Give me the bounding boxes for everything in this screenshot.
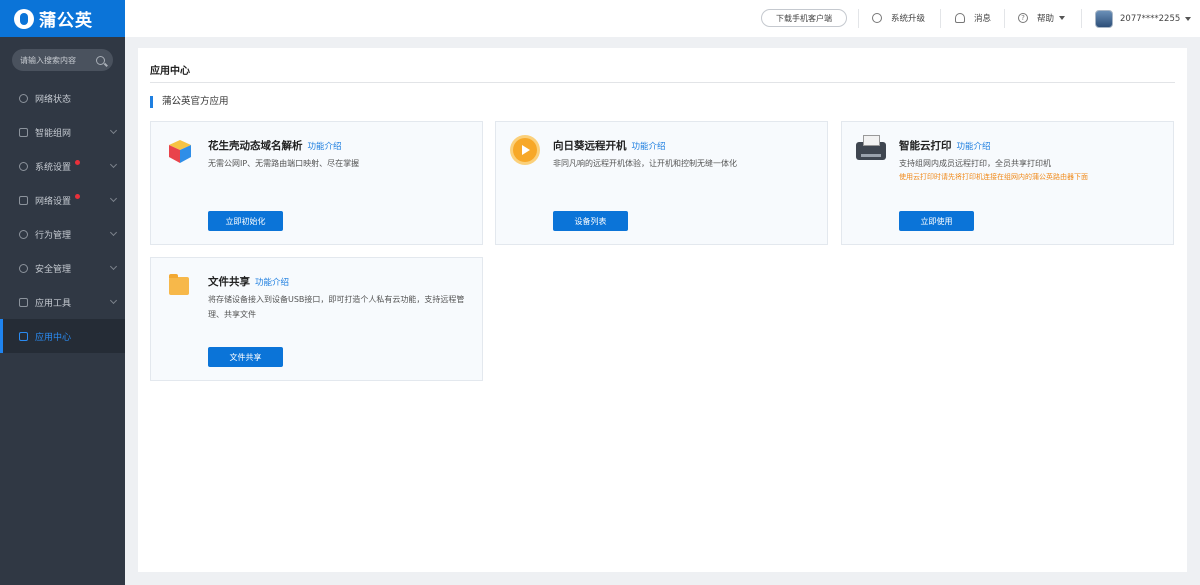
network-status-icon [19,93,28,103]
bell-icon [955,13,965,23]
search-icon[interactable] [96,55,105,65]
messages-button[interactable]: 消息 [955,11,991,25]
card-description: 非同凡响的远程开机体验，让开机和控制无缝一体化 [553,159,737,168]
cube-icon [19,331,28,341]
dandelion-logo-icon [14,8,34,29]
app-card-cloud-print: 智能云打印 功能介绍 支持组网内成员远程打印，全员共享打印机 使用云打印时请先将打… [841,121,1174,245]
feature-intro-link[interactable]: 功能介绍 [632,142,666,152]
sidebar-item-label: 智能组网 [35,128,72,139]
sidebar-search-input[interactable]: 请输入搜索内容 [12,49,113,71]
avatar [1095,9,1113,28]
search-placeholder: 请输入搜索内容 [20,55,76,65]
toolbox-icon [19,297,28,307]
card-title: 文件共享 功能介绍 [208,274,289,289]
download-app-button[interactable]: 下载手机客户端 [761,9,847,27]
shield-icon [19,263,28,273]
sidebar-item-network-status[interactable]: 网络状态 [0,81,125,115]
app-card-file-share: 文件共享 功能介绍 将存储设备接入到设备USB接口，即可打造个人私有云功能，支持远… [150,257,483,381]
chevron-down-icon [109,228,118,237]
sidebar-item-app-center[interactable]: 应用中心 [0,319,125,353]
top-bar: 下载手机客户端 系统升级 消息 ? 帮助 2077****2255 [125,0,1200,37]
page-title: 应用中心 [150,66,190,77]
card-title: 智能云打印 功能介绍 [899,138,991,153]
divider [1004,9,1005,28]
user-account-label: 2077****2255 [1120,13,1181,24]
cube-app-icon [169,140,191,163]
folder-icon [169,274,189,295]
sidebar-item-label: 应用中心 [35,332,72,343]
chevron-down-icon [109,194,118,203]
chevron-down-icon [109,160,118,169]
chevron-down-icon [109,262,118,271]
network-settings-icon [19,195,28,205]
app-card-oray-ddns: 花生壳动态域名解析 功能介绍 无需公网IP、无需路由端口映射、尽在掌握 立即初始化 [150,121,483,245]
divider [1081,9,1082,28]
system-upgrade-button[interactable]: 系统升级 [872,11,925,25]
card-description: 支持组网内成员远程打印，全员共享打印机 [899,159,1051,168]
card-title-text: 智能云打印 [899,140,952,152]
section-title: 蒲公英官方应用 [150,96,229,108]
divider [858,9,859,28]
feature-intro-link[interactable]: 功能介绍 [255,278,289,288]
help-icon: ? [1018,13,1028,23]
sidebar-item-behavior-management[interactable]: 行为管理 [0,217,125,251]
messages-label: 消息 [974,14,992,24]
notification-dot [75,194,80,199]
card-description: 将存储设备接入到设备USB接口，即可打造个人私有云功能，支持远程管理、共享文件 [208,295,465,319]
feature-intro-link[interactable]: 功能介绍 [957,142,991,152]
card-description: 无需公网IP、无需路由端口映射、尽在掌握 [208,159,360,168]
file-share-button[interactable]: 文件共享 [208,347,283,367]
card-title: 花生壳动态域名解析 功能介绍 [208,138,342,153]
card-title-text: 文件共享 [208,276,250,288]
caret-down-icon [1185,16,1192,21]
card-warning-text: 使用云打印时请先将打印机连接在组网内的蒲公英路由器下面 [899,173,1088,181]
behavior-icon [19,229,28,239]
sidebar-item-label: 系统设置 [35,162,72,173]
divider [150,82,1175,83]
sidebar-menu: 网络状态 智能组网 系统设置 网络设置 行为管理 安全管理 应用工具 应用中心 [0,81,125,353]
sidebar-item-network-settings[interactable]: 网络设置 [0,183,125,217]
networking-icon [19,127,28,137]
sidebar: 蒲公英 请输入搜索内容 网络状态 智能组网 系统设置 网络设置 行为管理 安全管… [0,0,125,585]
card-title: 向日葵远程开机 功能介绍 [553,138,666,153]
card-title-text: 向日葵远程开机 [553,140,627,152]
gear-icon [19,161,28,171]
sidebar-item-smart-networking[interactable]: 智能组网 [0,115,125,149]
upgrade-icon [872,13,882,23]
sidebar-item-label: 安全管理 [35,264,72,275]
device-list-button[interactable]: 设备列表 [553,211,628,231]
use-now-button[interactable]: 立即使用 [899,211,974,231]
main-panel: 应用中心 蒲公英官方应用 花生壳动态域名解析 功能介绍 无需公网IP、无需路由端口… [138,48,1187,572]
sidebar-item-label: 行为管理 [35,230,72,241]
sidebar-item-label: 应用工具 [35,298,72,309]
card-title-text: 花生壳动态域名解析 [208,140,303,152]
chevron-down-icon [109,296,118,305]
help-label: 帮助 [1037,14,1055,24]
sidebar-item-app-tools[interactable]: 应用工具 [0,285,125,319]
sunflower-play-icon [513,138,537,162]
initialize-now-button[interactable]: 立即初始化 [208,211,283,231]
help-menu-button[interactable]: ? 帮助 [1018,11,1066,25]
notification-dot [75,160,80,165]
sidebar-item-security-management[interactable]: 安全管理 [0,251,125,285]
system-upgrade-label: 系统升级 [891,14,926,24]
sidebar-item-system-settings[interactable]: 系统设置 [0,149,125,183]
sidebar-item-label: 网络设置 [35,196,72,207]
caret-down-icon [1059,16,1066,20]
feature-intro-link[interactable]: 功能介绍 [308,142,342,152]
chevron-down-icon [109,126,118,135]
user-menu-button[interactable]: 2077****2255 [1095,9,1192,28]
divider [940,9,941,28]
brand-logo[interactable]: 蒲公英 [0,0,125,37]
printer-icon [856,135,886,160]
brand-name: 蒲公英 [39,11,93,31]
app-card-sunlogin-wake: 向日葵远程开机 功能介绍 非同凡响的远程开机体验，让开机和控制无缝一体化 设备列表 [495,121,828,245]
sidebar-item-label: 网络状态 [35,94,72,105]
